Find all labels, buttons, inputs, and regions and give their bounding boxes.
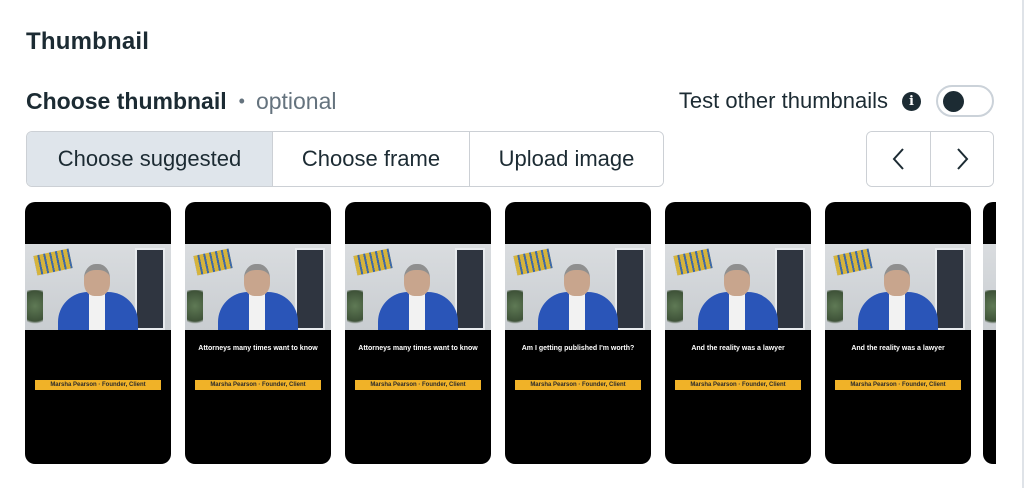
choose-thumbnail-title: Choose thumbnail — [26, 87, 227, 114]
thumbnail-option[interactable]: Am I getting published I'm worth? Marsha… — [505, 202, 651, 464]
chevron-left-icon — [892, 148, 904, 170]
thumbnail-nameplate: Marsha Pearson · Founder, Client — [515, 380, 641, 390]
thumbnail-option-partial[interactable] — [983, 202, 996, 464]
thumbnail-option[interactable]: And the reality was a lawyer Marsha Pear… — [665, 202, 811, 464]
thumbnail-caption: And the reality was a lawyer — [851, 345, 945, 352]
thumbnail-nameplate: Marsha Pearson · Founder, Client — [835, 380, 961, 390]
video-frame — [983, 244, 996, 330]
thumbnail-option[interactable]: And the reality was a lawyer Marsha Pear… — [825, 202, 971, 464]
section-title: Thumbnail — [26, 28, 150, 55]
tab-upload-image[interactable]: Upload image — [469, 132, 663, 186]
separator-dot: • — [238, 90, 245, 111]
chevron-right-icon — [957, 148, 969, 170]
optional-label: optional — [255, 87, 337, 114]
video-frame — [345, 244, 491, 330]
thumbnail-caption: Am I getting published I'm worth? — [521, 345, 635, 352]
test-thumbnails-toggle[interactable] — [936, 85, 994, 117]
thumbnail-nameplate: Marsha Pearson · Founder, Client — [195, 380, 321, 390]
thumbnail-source-tabs: Choose suggested Choose frame Upload ima… — [26, 131, 664, 187]
next-button[interactable] — [930, 132, 993, 186]
video-frame — [25, 244, 171, 330]
video-frame — [505, 244, 651, 330]
thumbnail-nameplate: Marsha Pearson · Founder, Client — [675, 380, 801, 390]
choose-thumbnail-header: Choose thumbnail • optional — [26, 86, 337, 116]
test-thumbnails-label: Test other thumbnails — [678, 88, 888, 113]
previous-button[interactable] — [867, 132, 930, 186]
video-frame — [665, 244, 811, 330]
carousel-nav — [866, 131, 994, 187]
thumbnail-panel: Thumbnail Choose thumbnail • optional Te… — [0, 0, 1024, 488]
thumbnail-nameplate: Marsha Pearson · Founder, Client — [355, 380, 481, 390]
thumbnail-nameplate: Marsha Pearson · Founder, Client — [35, 380, 161, 390]
tab-choose-suggested[interactable]: Choose suggested — [27, 132, 272, 186]
video-frame — [185, 244, 331, 330]
thumbnail-carousel: Marsha Pearson · Founder, Client Attorne… — [25, 202, 996, 464]
thumbnail-caption: Attorneys many times want to know — [198, 345, 318, 352]
test-thumbnails-row: Test other thumbnails i — [679, 84, 994, 118]
thumbnail-option[interactable]: Marsha Pearson · Founder, Client — [25, 202, 171, 464]
toggle-knob — [943, 91, 964, 112]
thumbnail-caption: Attorneys many times want to know — [358, 345, 478, 352]
video-frame — [825, 244, 971, 330]
thumbnail-option[interactable]: Attorneys many times want to know Marsha… — [345, 202, 491, 464]
thumbnail-option[interactable]: Attorneys many times want to know Marsha… — [185, 202, 331, 464]
thumbnail-caption: And the reality was a lawyer — [691, 345, 785, 352]
tab-choose-frame[interactable]: Choose frame — [272, 132, 469, 186]
info-icon[interactable]: i — [902, 91, 921, 111]
